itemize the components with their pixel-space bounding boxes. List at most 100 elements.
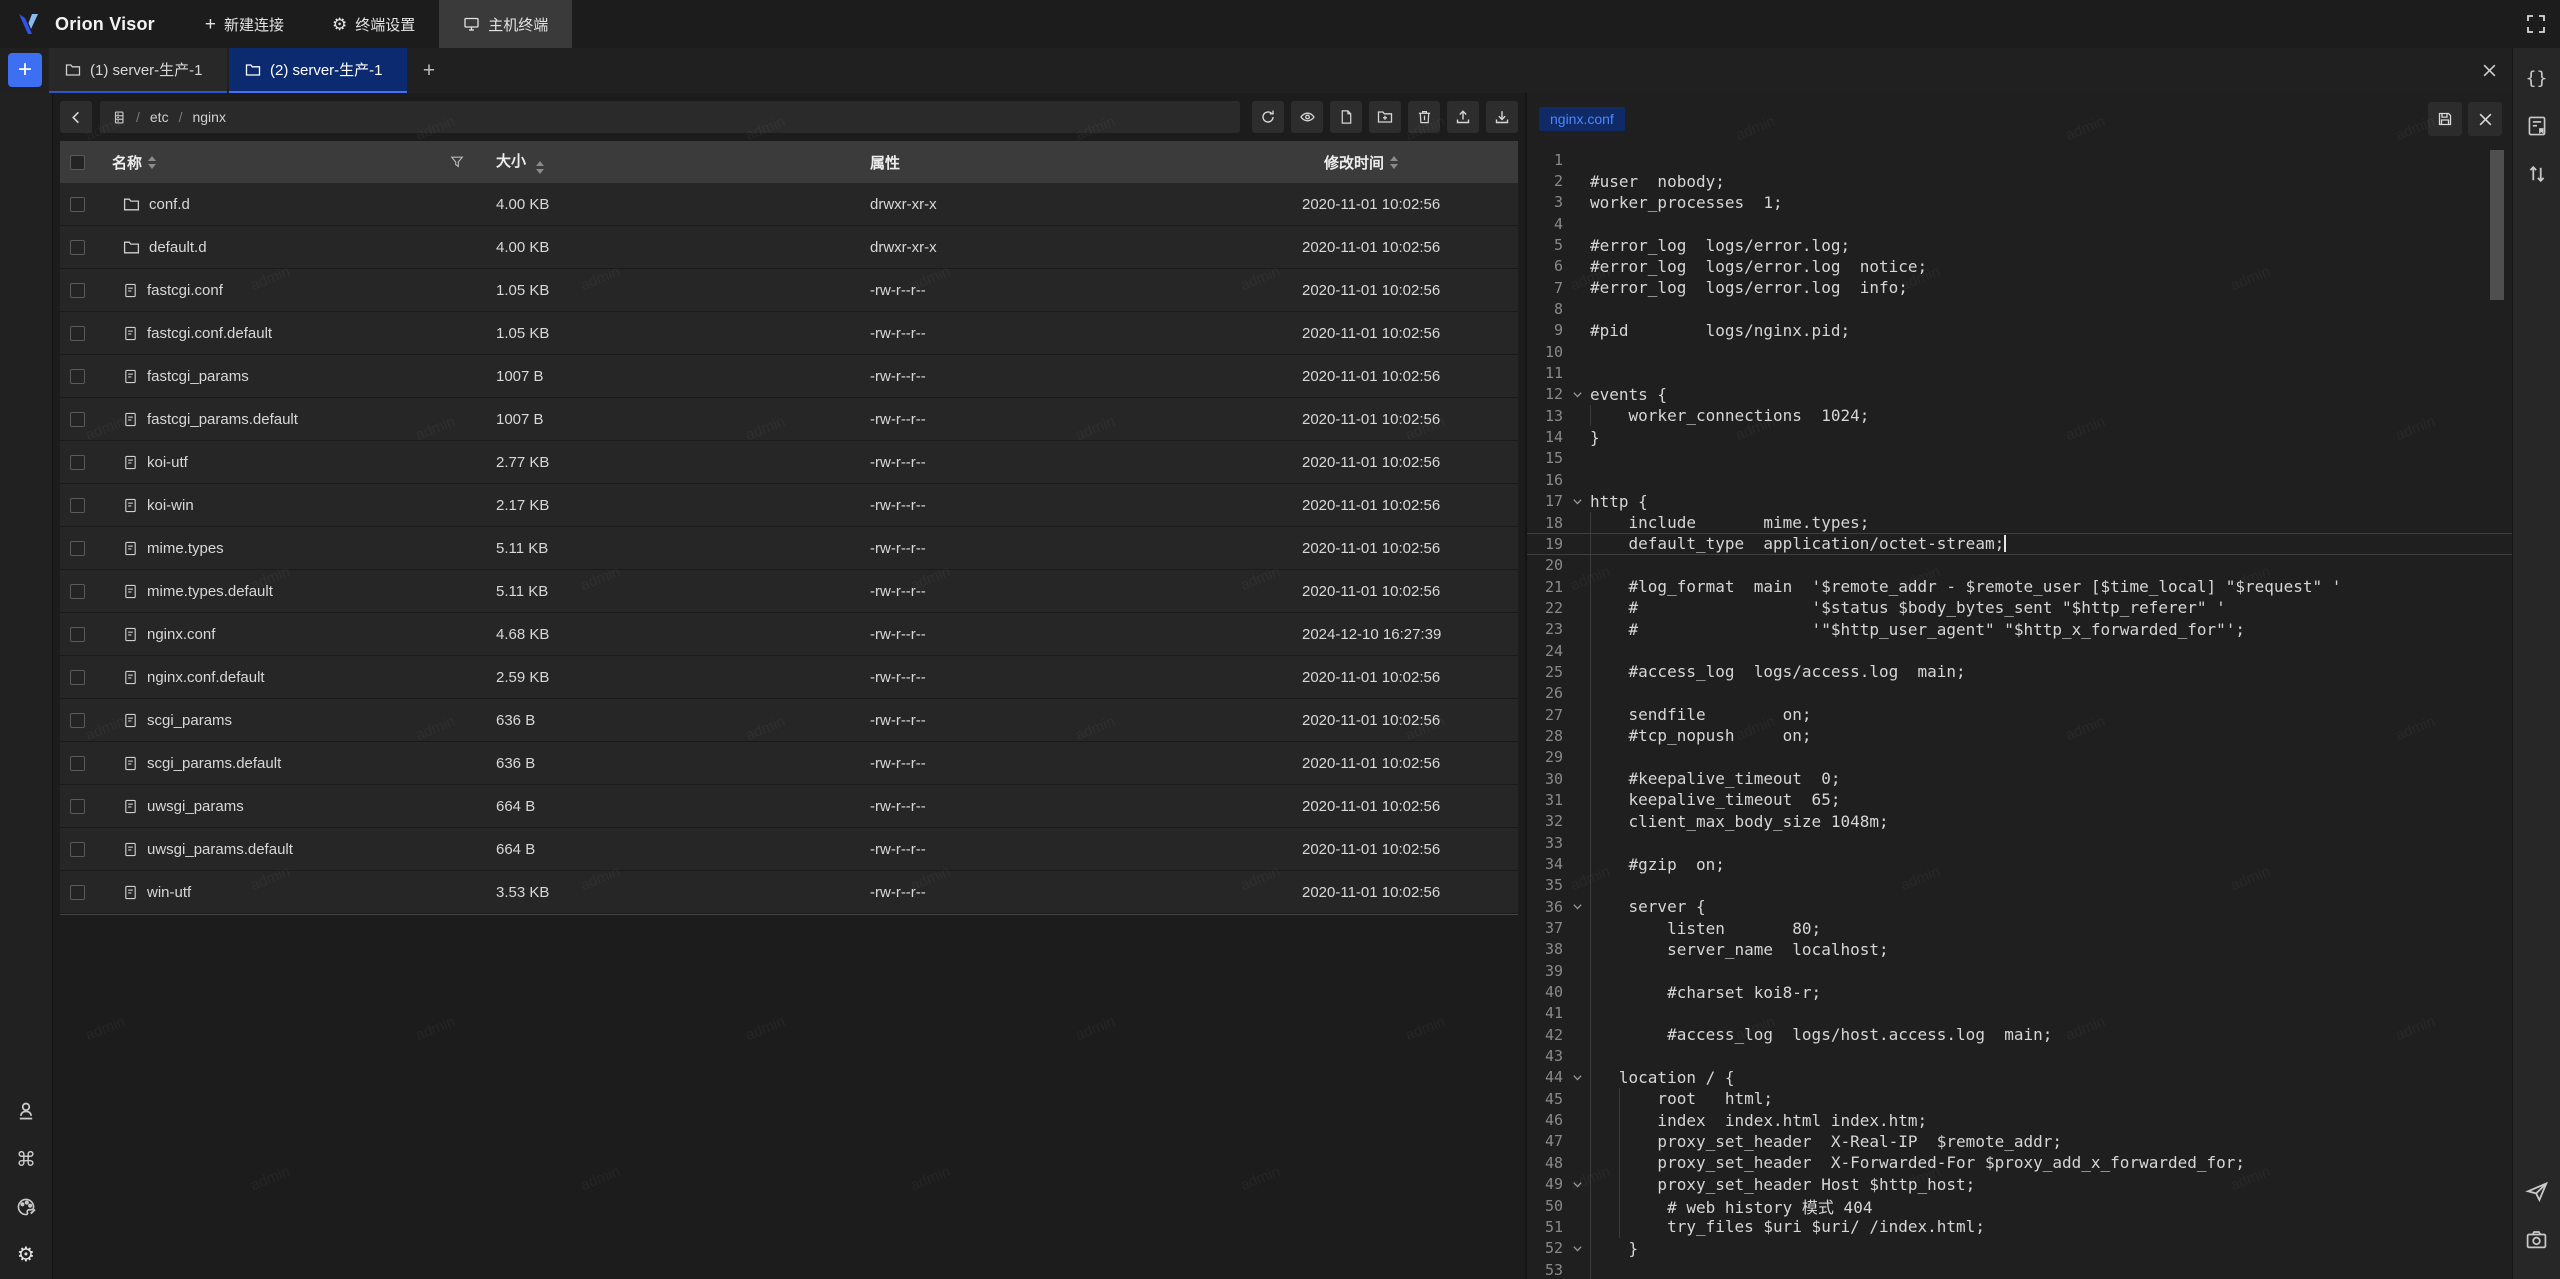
command-icon[interactable]: ⌘ <box>8 1147 44 1171</box>
file-name[interactable]: mime.types <box>147 540 224 557</box>
fold-chevron-icon[interactable] <box>1568 1243 1586 1254</box>
code-line[interactable]: 38 server_name localhost; <box>1527 939 2512 960</box>
file-name[interactable]: fastcgi.conf.default <box>147 325 272 342</box>
terminal-tab-2[interactable]: (2) server-生产-1 <box>229 48 407 93</box>
column-header-size[interactable]: 大小 <box>496 153 526 170</box>
code-line[interactable]: 37 listen 80; <box>1527 917 2512 938</box>
palette-icon[interactable] <box>8 1195 44 1219</box>
save-button[interactable] <box>2428 102 2462 136</box>
column-header-mtime[interactable]: 修改时间 <box>1324 152 1384 173</box>
code-line[interactable]: 33 <box>1527 832 2512 853</box>
code-line[interactable]: 42 #access_log logs/host.access.log main… <box>1527 1024 2512 1045</box>
table-row[interactable]: conf.d 4.00 KB drwxr-xr-x 2020-11-01 10:… <box>60 183 1518 226</box>
table-row[interactable]: koi-win 2.17 KB -rw-r--r-- 2020-11-01 10… <box>60 484 1518 527</box>
code-line[interactable]: 32 client_max_body_size 1048m; <box>1527 811 2512 832</box>
code-line[interactable]: 19 default_type application/octet-stream… <box>1527 533 2512 554</box>
table-row[interactable]: default.d 4.00 KB drwxr-xr-x 2020-11-01 … <box>60 226 1518 269</box>
table-row[interactable]: scgi_params 636 B -rw-r--r-- 2020-11-01 … <box>60 699 1518 742</box>
file-name[interactable]: nginx.conf.default <box>147 669 265 686</box>
code-line[interactable]: 11 <box>1527 362 2512 383</box>
code-editor[interactable]: 1 2 #user nobody; 3 worker_processes 1; … <box>1527 145 2512 1279</box>
code-line[interactable]: 52 } <box>1527 1238 2512 1259</box>
code-line[interactable]: 51 try_files $uri $uri/ /index.html; <box>1527 1216 2512 1237</box>
back-button[interactable] <box>60 101 92 133</box>
row-checkbox[interactable] <box>60 799 104 814</box>
table-row[interactable]: scgi_params.default 636 B -rw-r--r-- 202… <box>60 742 1518 785</box>
menu-item-host-terminal[interactable]: 主机终端 <box>439 0 572 48</box>
download-button[interactable] <box>1486 101 1518 133</box>
code-line[interactable]: 31 keepalive_timeout 65; <box>1527 789 2512 810</box>
table-row[interactable]: fastcgi.conf 1.05 KB -rw-r--r-- 2020-11-… <box>60 269 1518 312</box>
table-row[interactable]: fastcgi.conf.default 1.05 KB -rw-r--r-- … <box>60 312 1518 355</box>
breadcrumb[interactable]: / etc / nginx <box>100 101 1240 133</box>
column-header-name[interactable]: 名称 <box>112 152 142 173</box>
refresh-button[interactable] <box>1252 101 1284 133</box>
file-name[interactable]: win-utf <box>147 884 191 901</box>
file-name[interactable]: fastcgi_params <box>147 368 249 385</box>
table-row[interactable]: mime.types.default 5.11 KB -rw-r--r-- 20… <box>60 570 1518 613</box>
row-checkbox[interactable] <box>60 369 104 384</box>
fold-chevron-icon[interactable] <box>1568 1072 1586 1083</box>
row-checkbox[interactable] <box>60 713 104 728</box>
close-panel-icon[interactable] <box>2482 63 2497 78</box>
code-line[interactable]: 48 proxy_set_header X-Forwarded-For $pro… <box>1527 1152 2512 1173</box>
code-line[interactable]: 4 <box>1527 213 2512 234</box>
table-row[interactable]: win-utf 3.53 KB -rw-r--r-- 2020-11-01 10… <box>60 871 1518 914</box>
table-row[interactable]: uwsgi_params.default 664 B -rw-r--r-- 20… <box>60 828 1518 871</box>
row-checkbox[interactable] <box>60 670 104 685</box>
code-line[interactable]: 15 <box>1527 448 2512 469</box>
code-line[interactable]: 40 #charset koi8-r; <box>1527 981 2512 1002</box>
table-row[interactable]: uwsgi_params 664 B -rw-r--r-- 2020-11-01… <box>60 785 1518 828</box>
code-line[interactable]: 41 <box>1527 1003 2512 1024</box>
file-bookmark-icon[interactable] <box>2519 106 2555 146</box>
menu-item-terminal-settings[interactable]: ⚙ 终端设置 <box>308 0 439 48</box>
fold-chevron-icon[interactable] <box>1568 901 1586 912</box>
code-line[interactable]: 36 server { <box>1527 896 2512 917</box>
fold-chevron-icon[interactable] <box>1568 496 1586 507</box>
file-name[interactable]: uwsgi_params <box>147 798 244 815</box>
code-line[interactable]: 3 worker_processes 1; <box>1527 192 2512 213</box>
code-line[interactable]: 18 include mime.types; <box>1527 512 2512 533</box>
code-line[interactable]: 27 sendfile on; <box>1527 704 2512 725</box>
file-name[interactable]: scgi_params <box>147 712 232 729</box>
new-connection-tile-button[interactable]: + <box>8 53 42 87</box>
fold-chevron-icon[interactable] <box>1568 1179 1586 1190</box>
code-line[interactable]: 1 <box>1527 149 2512 170</box>
code-line[interactable]: 35 <box>1527 875 2512 896</box>
breadcrumb-segment-nginx[interactable]: nginx <box>192 109 225 125</box>
code-line[interactable]: 6 #error_log logs/error.log notice; <box>1527 256 2512 277</box>
upload-button[interactable] <box>1447 101 1479 133</box>
row-checkbox[interactable] <box>60 756 104 771</box>
code-line[interactable]: 49 proxy_set_header Host $http_host; <box>1527 1174 2512 1195</box>
code-line[interactable]: 20 <box>1527 555 2512 576</box>
code-line[interactable]: 17 http { <box>1527 491 2512 512</box>
row-checkbox[interactable] <box>60 326 104 341</box>
sort-icon[interactable] <box>1390 156 1398 169</box>
code-line[interactable]: 7 #error_log logs/error.log info; <box>1527 277 2512 298</box>
close-editor-button[interactable] <box>2468 102 2502 136</box>
screenshot-camera-icon[interactable] <box>2519 1219 2555 1259</box>
code-line[interactable]: 8 <box>1527 298 2512 319</box>
table-row[interactable]: fastcgi_params.default 1007 B -rw-r--r--… <box>60 398 1518 441</box>
delete-trash-button[interactable] <box>1408 101 1440 133</box>
menu-item-new-connection[interactable]: + 新建连接 <box>181 0 308 48</box>
preview-eye-button[interactable] <box>1291 101 1323 133</box>
row-checkbox[interactable] <box>60 197 104 212</box>
code-line[interactable]: 50 # web history 模式 404 <box>1527 1195 2512 1216</box>
code-line[interactable]: 9 #pid logs/nginx.pid; <box>1527 320 2512 341</box>
root-drive-icon[interactable] <box>112 110 126 125</box>
code-line[interactable]: 13 worker_connections 1024; <box>1527 405 2512 426</box>
add-tab-button[interactable]: + <box>409 48 449 93</box>
code-line[interactable]: 14 } <box>1527 426 2512 447</box>
code-line[interactable]: 26 <box>1527 683 2512 704</box>
code-line[interactable]: 46 index index.html index.htm; <box>1527 1109 2512 1130</box>
code-line[interactable]: 47 proxy_set_header X-Real-IP $remote_ad… <box>1527 1131 2512 1152</box>
row-checkbox[interactable] <box>60 283 104 298</box>
settings-gear-icon[interactable]: ⚙ <box>8 1243 44 1267</box>
code-line[interactable]: 10 <box>1527 341 2512 362</box>
table-row[interactable]: fastcgi_params 1007 B -rw-r--r-- 2020-11… <box>60 355 1518 398</box>
row-checkbox[interactable] <box>60 541 104 556</box>
user-icon[interactable] <box>8 1099 44 1123</box>
file-name[interactable]: fastcgi.conf <box>147 282 223 299</box>
code-line[interactable]: 12 events { <box>1527 384 2512 405</box>
